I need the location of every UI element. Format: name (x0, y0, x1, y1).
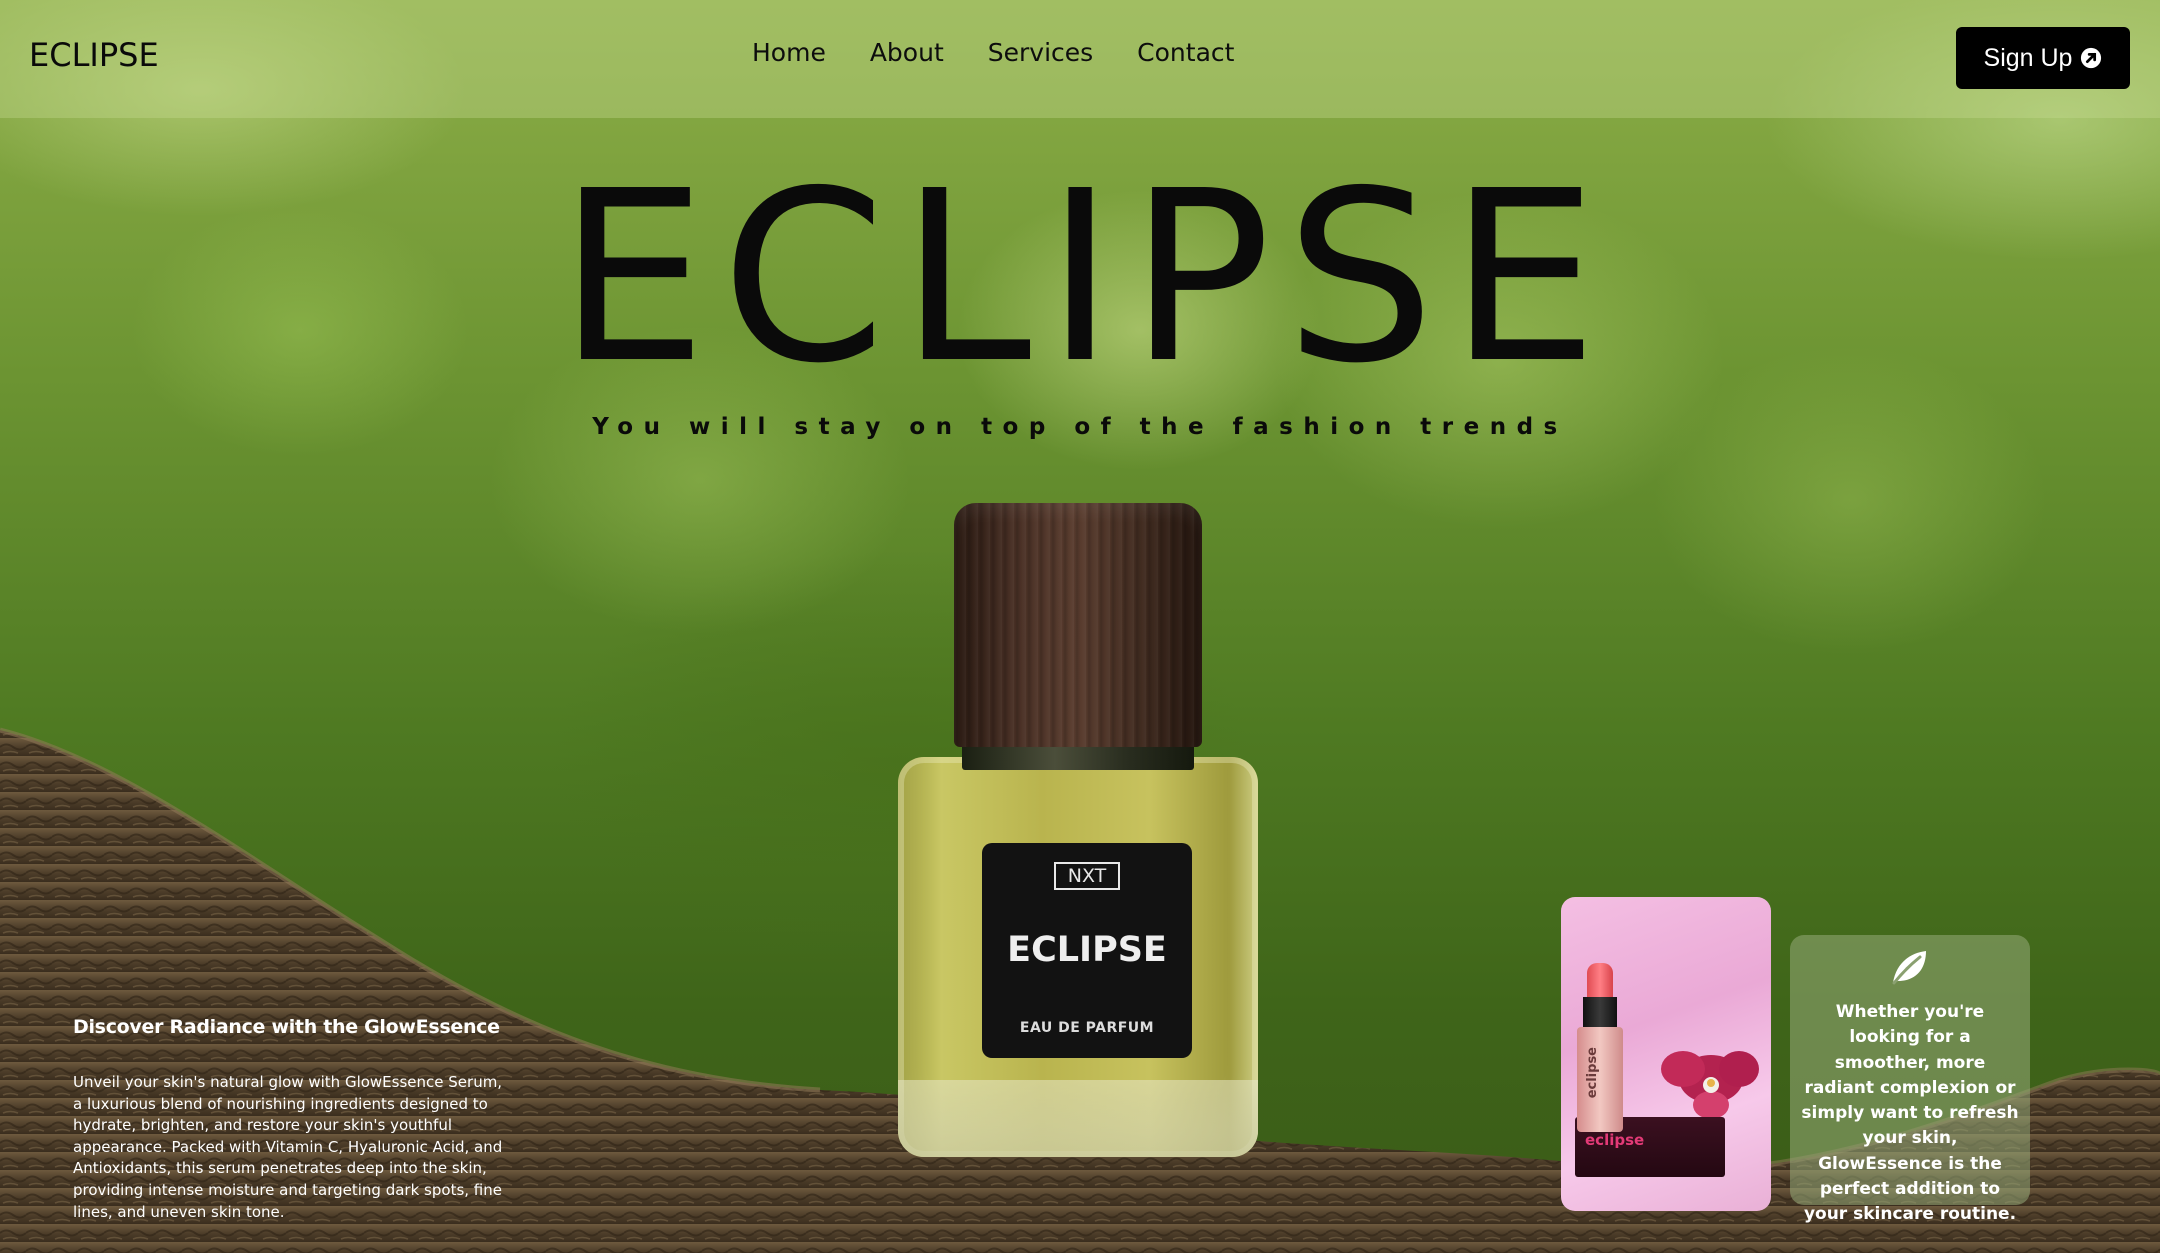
sign-up-button[interactable]: Sign Up (1956, 27, 2130, 89)
top-navbar: ECLIPSE Home About Services Contact Sign… (0, 0, 2160, 118)
site-logo[interactable]: ECLIPSE (29, 36, 159, 74)
hero-title: ECLIPSE (557, 140, 1613, 415)
nav-link-contact[interactable]: Contact (1137, 38, 1234, 67)
lipstick-box-brand: eclipse (1585, 1131, 1645, 1149)
nav-link-about[interactable]: About (870, 38, 944, 67)
nav-link-services[interactable]: Services (988, 38, 1093, 67)
nav-link-home[interactable]: Home (752, 38, 826, 67)
arrow-up-right-icon (2081, 47, 2102, 69)
feature-title: Discover Radiance with the GlowEssence (73, 1016, 500, 1038)
info-card-text: Whether you're looking for a smoother, m… (1801, 1002, 2019, 1225)
nav-links: Home About Services Contact (752, 38, 1234, 67)
hero-tagline: You will stay on top of the fashion tren… (592, 414, 1568, 440)
lipstick-product-card[interactable]: eclipse eclipse (1561, 897, 1771, 1211)
lipstick-brand: eclipse (1585, 1047, 1600, 1099)
feature-body: Unveil your skin's natural glow with Glo… (73, 1073, 503, 1221)
sign-up-label: Sign Up (1983, 43, 2073, 72)
lipstick-body (1577, 1027, 1623, 1132)
leaf-icon (1892, 951, 1926, 985)
